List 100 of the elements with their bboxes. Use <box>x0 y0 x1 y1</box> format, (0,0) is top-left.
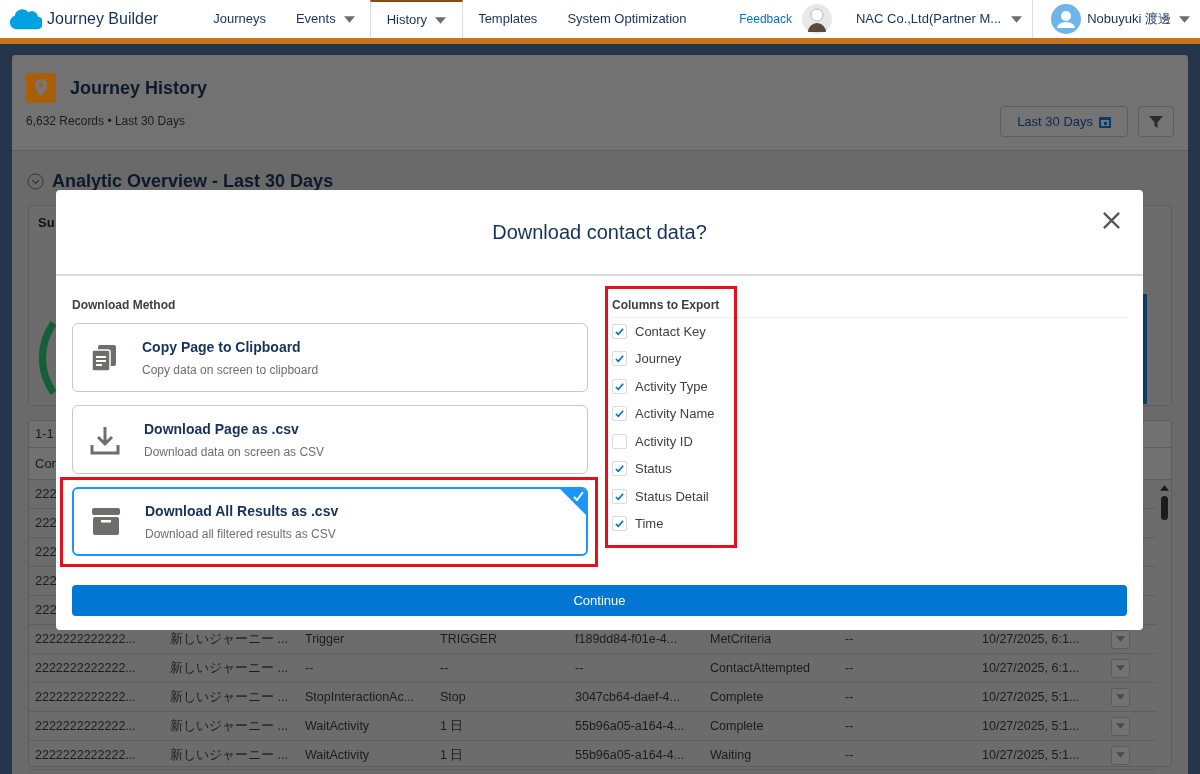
column-checkbox-row[interactable]: Time <box>612 514 1127 533</box>
table-cell-text: 2222222222222... <box>34 659 137 677</box>
caret-icon <box>1116 665 1125 671</box>
table-cell-text: 新しいジャーニー ... <box>169 717 289 735</box>
column-checkbox-row[interactable]: Status <box>612 459 1127 478</box>
table-cell-text: TRIGGER <box>439 630 498 648</box>
range-label: 1-1 <box>35 425 54 444</box>
table-cell-text: -- <box>439 659 450 677</box>
caret-icon <box>1116 694 1125 700</box>
table-cell-text: 3047cb64-daef-4... <box>574 688 681 706</box>
documents-icon <box>90 343 118 372</box>
column-checkbox-row[interactable]: Status Detail <box>612 487 1127 506</box>
table-cell-text: -- <box>574 659 585 677</box>
selected-check-icon <box>560 489 586 515</box>
check-icon <box>615 381 624 391</box>
checkbox[interactable] <box>612 323 627 339</box>
table-cell-text: -- <box>844 746 855 764</box>
table-cell-text: 新しいジャーニー ... <box>169 630 289 648</box>
archive-box-icon <box>91 506 121 537</box>
feedback-link[interactable]: Feedback <box>739 10 792 28</box>
download-option[interactable]: Download All Results as .csv Download all filtered results as CSV <box>72 487 588 556</box>
table-cell-text: MetCriteria <box>709 630 773 648</box>
checkbox[interactable] <box>612 378 627 394</box>
checkbox[interactable] <box>612 433 627 449</box>
table-cell-text: -- <box>844 659 855 677</box>
checkbox[interactable] <box>612 461 627 477</box>
table-cell-text: Stop <box>439 688 467 706</box>
continue-button[interactable]: Continue <box>72 585 1127 616</box>
check-icon <box>615 409 624 419</box>
calendar-icon <box>1099 115 1111 128</box>
section-heading: Columns to Export <box>612 297 720 314</box>
avatar-icon[interactable] <box>801 4 832 34</box>
table-cell-text: Complete <box>709 688 765 706</box>
table-cell-text: 222 <box>35 485 57 504</box>
table-cell-text: f189dd84-f01e-4... <box>574 630 679 648</box>
table-cell-text: 2222222222222... <box>34 688 137 706</box>
table-cell-text: 10/27/2025, 6:1... <box>981 659 1081 677</box>
table-cell-text: -- <box>304 659 315 677</box>
nav-tab[interactable]: Journeys <box>198 0 281 38</box>
download-option[interactable]: Download Page as .csv Download data on screen as CSV <box>72 405 588 474</box>
app-title: Journey Builder <box>47 9 159 29</box>
caret-icon <box>1116 752 1125 758</box>
option-title: Download All Results as .csv <box>145 501 339 521</box>
nav-tab[interactable]: History <box>369 0 464 38</box>
table-cell-text: 222 <box>35 572 57 591</box>
checkbox[interactable] <box>612 351 627 367</box>
scroll-thumb[interactable] <box>1160 496 1168 520</box>
close-icon[interactable] <box>1102 211 1121 230</box>
download-option[interactable]: Copy Page to Clipboard Copy data on screen to clipboard <box>72 323 588 392</box>
column-checkbox-row[interactable]: Activity ID <box>612 432 1127 451</box>
table-cell-text: 2222222222222... <box>34 630 137 648</box>
table-cell-text: -- <box>844 717 855 735</box>
summary-label: Su <box>38 214 55 232</box>
caret-icon <box>1179 15 1190 23</box>
checkbox[interactable] <box>612 516 627 532</box>
table-cell-text: StopInteractionAc... <box>304 688 416 706</box>
record-count: 6,632 Records • Last 30 Days <box>26 113 186 130</box>
table-cell-text: Waiting <box>709 746 753 764</box>
checkbox[interactable] <box>612 488 627 504</box>
user-avatar-icon[interactable] <box>1051 4 1082 34</box>
column-checkbox-row[interactable]: Activity Type <box>612 377 1127 396</box>
check-icon <box>615 491 624 501</box>
collapse-chevron-icon[interactable] <box>27 173 44 190</box>
table-cell-text: 2222222222222... <box>34 717 137 735</box>
column-checkbox-row[interactable]: Journey <box>612 349 1127 368</box>
filter-button[interactable] <box>1138 106 1174 137</box>
table-cell-text: -- <box>844 688 855 706</box>
checkbox[interactable] <box>612 406 627 422</box>
scroll-up-icon[interactable] <box>1159 485 1169 491</box>
table-cell-text: 222 <box>35 601 57 620</box>
option-description: Download data on screen as CSV <box>144 443 325 461</box>
column-checkbox-row[interactable]: Activity Name <box>612 404 1127 423</box>
section-title: Analytic Overview - Last 30 Days <box>52 170 334 193</box>
nav-tab[interactable]: System Optimization <box>552 0 702 38</box>
nav-tab[interactable]: Templates <box>463 0 553 38</box>
dialog-title: Download contact data? <box>492 220 707 245</box>
table-cell-text: 新しいジャーニー ... <box>169 659 289 677</box>
check-icon <box>615 326 624 336</box>
download-icon <box>90 424 120 455</box>
column-checkbox-row[interactable]: Contact Key <box>612 322 1127 341</box>
table-cell-text: ContactAttempted <box>709 659 812 677</box>
table-cell-text: -- <box>844 630 855 648</box>
caret-icon <box>1116 723 1125 729</box>
section-heading: Download Method <box>72 297 177 314</box>
nav-tab[interactable]: Events <box>280 0 370 38</box>
table-cell-text: 新しいジャーニー ... <box>169 688 289 706</box>
check-icon <box>615 354 624 364</box>
table-cell-text: 55b96a05-a164-4... <box>574 746 686 764</box>
table-cell-text: Complete <box>709 717 765 735</box>
caret-icon <box>1116 636 1125 642</box>
user-menu[interactable]: Nobuyuki 渡邊 <box>1087 9 1190 29</box>
option-description: Download all filtered results as CSV <box>145 525 337 543</box>
table-cell-text: Trigger <box>304 630 346 648</box>
table-cell-text: 10/27/2025, 5:1... <box>981 717 1081 735</box>
table-cell-text: 10/27/2025, 6:1... <box>981 630 1081 648</box>
filter-icon <box>1149 114 1163 129</box>
check-icon <box>615 464 624 474</box>
option-title: Download Page as .csv <box>144 419 300 439</box>
table-cell-text: WaitActivity <box>304 717 371 735</box>
option-title: Copy Page to Clipboard <box>142 337 302 357</box>
